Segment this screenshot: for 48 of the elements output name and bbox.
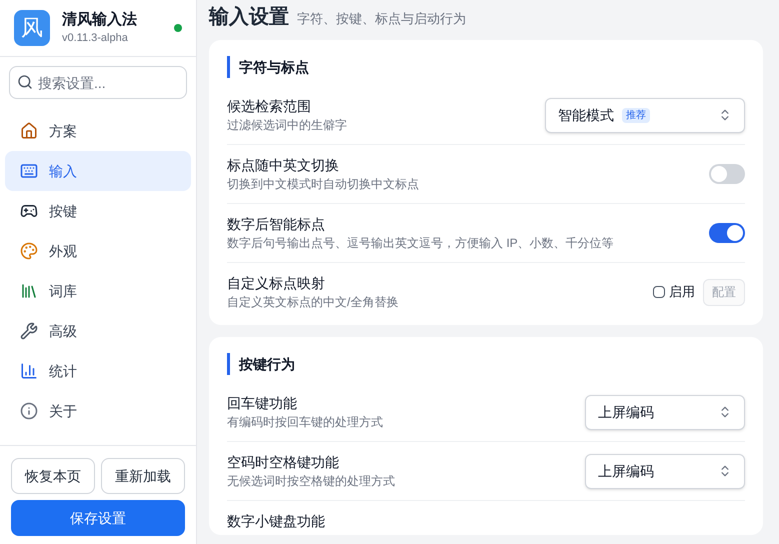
nav-item[interactable]: 词库 bbox=[5, 271, 191, 311]
setting-description: 无候选词时按空格键的处理方式 bbox=[227, 473, 395, 490]
books-icon bbox=[20, 282, 38, 300]
setting-description: 数字后句号输出点号、逗号输出英文逗号，方便输入 IP、小数、千分位等 bbox=[227, 235, 614, 252]
recommended-badge: 推荐 bbox=[622, 108, 650, 122]
nav-item[interactable]: 统计 bbox=[5, 351, 191, 391]
info-icon bbox=[20, 402, 38, 420]
house-icon bbox=[20, 122, 38, 140]
app-logo: 风 bbox=[14, 10, 50, 46]
setting-description: 自定义英文标点的中文/全角替换 bbox=[227, 294, 398, 311]
setting-description: 过滤候选词中的生僻字 bbox=[227, 117, 347, 134]
nav-item[interactable]: 高级 bbox=[5, 311, 191, 351]
search-field[interactable]: 搜索设置... bbox=[9, 66, 187, 99]
secondary-button[interactable]: 重新加载 bbox=[101, 458, 185, 494]
search-icon bbox=[17, 74, 33, 90]
setting-label: 标点随中英文切换 bbox=[227, 156, 340, 175]
section-title: 字符与标点 bbox=[239, 58, 310, 77]
checkbox-label: 启用 bbox=[669, 283, 695, 302]
select-dropdown[interactable]: 上屏编码 bbox=[585, 394, 745, 430]
nav-item[interactable]: 按键 bbox=[5, 191, 191, 231]
setting-description: 有编码时按回车键的处理方式 bbox=[227, 414, 383, 431]
palette-icon bbox=[20, 242, 38, 260]
nav-item[interactable]: 外观 bbox=[5, 231, 191, 271]
select-dropdown[interactable]: 智能模式 推荐 bbox=[545, 98, 745, 132]
nav-item[interactable]: 方案 bbox=[5, 111, 191, 151]
toggle-switch[interactable] bbox=[709, 223, 745, 243]
setting-label: 数字小键盘功能 bbox=[227, 512, 325, 531]
setting-label: 候选检索范围 bbox=[227, 97, 312, 116]
secondary-button[interactable]: 恢复本页 bbox=[11, 458, 95, 494]
select-dropdown[interactable]: 上屏编码 bbox=[585, 454, 745, 488]
nav-item[interactable]: 输入 bbox=[5, 151, 191, 191]
setting-description: 切换到中文模式时自动切换中文标点 bbox=[227, 176, 419, 193]
nav-item[interactable]: 关于 bbox=[5, 391, 191, 431]
app-version: v0.11.3-alpha bbox=[62, 30, 129, 46]
gamepad-icon bbox=[20, 202, 38, 220]
setting-label: 空码时空格键功能 bbox=[227, 453, 340, 472]
page-subtitle: 字符、按键、标点与启动行为 bbox=[297, 10, 466, 28]
app-name: 清风输入法 bbox=[62, 10, 137, 30]
setting-label: 自定义标点映射 bbox=[227, 274, 326, 293]
save-button[interactable]: 保存设置 bbox=[11, 500, 185, 536]
setting-label: 回车键功能 bbox=[227, 394, 298, 413]
bar-chart-icon bbox=[20, 362, 38, 380]
setting-label: 数字后智能标点 bbox=[227, 215, 326, 234]
page-title: 输入设置 bbox=[209, 5, 289, 30]
section-title: 按键行为 bbox=[239, 355, 296, 374]
wrench-icon bbox=[20, 322, 38, 340]
keyboard-icon bbox=[20, 162, 38, 180]
toggle-switch[interactable] bbox=[709, 164, 745, 184]
